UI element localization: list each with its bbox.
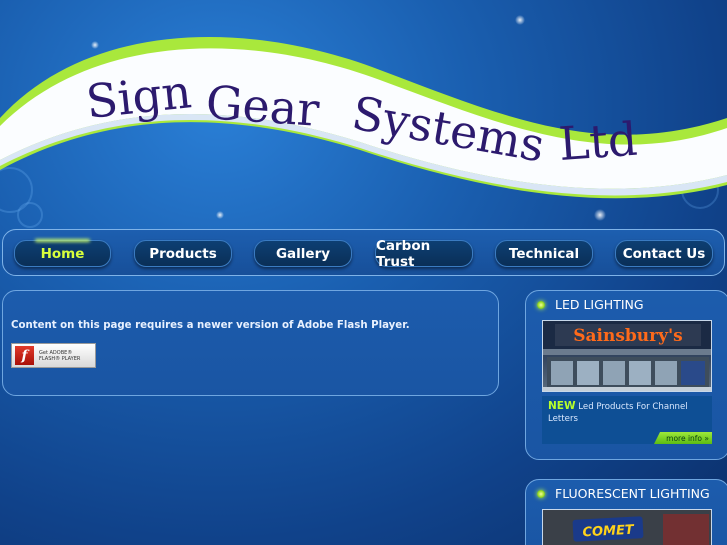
header-banner: Sign Gear Systems Ltd	[0, 0, 727, 228]
nav-products[interactable]: Products	[134, 240, 232, 267]
storefront-illustration: Sainsbury's	[543, 321, 711, 391]
bullet-glow-icon	[537, 301, 545, 309]
flash-required-message: Content on this page requires a newer ve…	[11, 320, 410, 331]
nav-contact-us[interactable]: Contact Us	[615, 240, 713, 267]
logo-text-gear: Gear	[204, 75, 321, 137]
logo-text-sign: Sign	[84, 64, 194, 129]
fluorescent-lighting-panel: FLUORESCENT LIGHTING COMET	[525, 479, 727, 545]
more-info-link[interactable]: more info »	[654, 432, 712, 444]
fluorescent-lighting-image[interactable]: COMET	[542, 509, 712, 545]
logo-text-systems: Systems	[348, 86, 548, 173]
get-flash-player-button[interactable]: f Get ADOBE® FLASH® PLAYER	[11, 343, 96, 368]
led-lighting-panel: LED LIGHTING Sainsbury's NEW Led Product…	[525, 290, 727, 460]
logo-text-ltd: Ltd	[557, 112, 639, 171]
led-lighting-image[interactable]: Sainsbury's	[542, 320, 712, 392]
nav-technical[interactable]: Technical	[495, 240, 593, 267]
company-logo: Sign Gear Systems Ltd	[84, 64, 640, 173]
nav-gallery[interactable]: Gallery	[254, 240, 352, 267]
fluorescent-lighting-title: FLUORESCENT LIGHTING	[555, 486, 710, 501]
comet-sign-text: COMET	[582, 523, 635, 541]
nav-home[interactable]: Home	[14, 240, 111, 267]
storefront-sign-text: Sainsbury's	[573, 326, 683, 346]
main-navigation: Home Products Gallery Carbon Trust Techn…	[2, 229, 725, 276]
nav-carbon-trust[interactable]: Carbon Trust	[375, 238, 473, 270]
flash-badge-line2: FLASH® PLAYER	[39, 355, 81, 362]
comet-storefront-illustration: COMET	[543, 510, 711, 545]
flash-badge-text: Get ADOBE® FLASH® PLAYER	[39, 350, 80, 362]
bullet-glow-icon	[537, 490, 545, 498]
flash-logo-icon: f	[15, 346, 34, 365]
led-lighting-title: LED LIGHTING	[555, 297, 644, 312]
main-content-panel: Content on this page requires a newer ve…	[2, 290, 499, 396]
new-badge: NEW	[548, 400, 576, 412]
